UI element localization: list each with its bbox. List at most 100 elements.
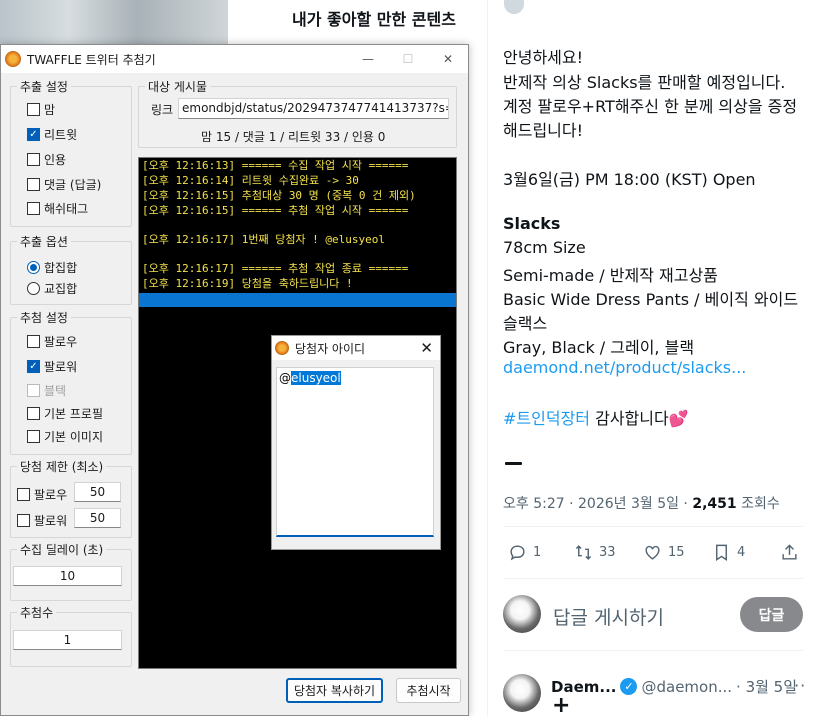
checkbox-hashtag[interactable]: 해쉬태그 [27, 200, 88, 217]
dialog-close-icon[interactable]: ✕ [420, 339, 433, 357]
tweet-hashtag[interactable]: #트인덕장터 [503, 409, 590, 428]
tweet-line: 3월6일(금) PM 18:00 (KST) Open [503, 170, 756, 189]
draw-settings-label: 추첨 설정 [17, 309, 71, 326]
limit-following-input[interactable]: 50 [74, 482, 121, 502]
winner-id-selected: elusyeol [291, 371, 341, 385]
draw-limit-label: 당첨 제한 (최소) [17, 458, 107, 475]
checkbox-label: 맘 [44, 103, 56, 117]
log-line: [오후 12:16:15] 추첨대상 30 명 (중복 0 건 제외) [142, 189, 416, 202]
tweet-timestamp: 오후 5:27 · 2026년 3월 5일 · [503, 496, 693, 512]
reply-input[interactable]: 답글 게시하기 [553, 603, 664, 630]
checkbox-following[interactable]: 팔로우 [27, 333, 77, 350]
reply-count: 1 [533, 545, 542, 560]
copy-winner-button[interactable]: 당첨자 복사하기 [286, 678, 383, 703]
link-label: 링크 [151, 103, 174, 117]
title-bar: TWAFFLE 트위터 추첨기 — ☐ ✕ [1, 45, 468, 73]
checkbox-box [27, 335, 40, 348]
minimize-button[interactable]: — [348, 45, 388, 73]
background-photo [0, 0, 228, 48]
checkbox-label: 기본 프로필 [44, 407, 104, 421]
checkbox-reply[interactable]: 댓글 (답글) [27, 176, 101, 193]
winner-dialog: 당첨자 아이디 ✕ @elusyeol [271, 335, 441, 550]
radio-label: 교집합 [44, 282, 78, 296]
reply-icon [510, 545, 525, 561]
selected-log-line[interactable] [139, 293, 456, 307]
tweet-meta: 오후 5:27 · 2026년 3월 5일 · 2,451 조회수 [503, 493, 780, 513]
maximize-button[interactable]: ☐ [388, 45, 428, 73]
checkbox-label: 팔로워 [34, 514, 68, 528]
winner-at: @ [279, 371, 291, 385]
checkbox-limit-following[interactable]: 팔로우 [17, 486, 67, 503]
target-post-label: 대상 게시물 [145, 78, 211, 95]
checkbox-label: 블텍 [44, 384, 67, 398]
checkbox-default-profile[interactable]: 기본 프로필 [27, 405, 103, 422]
close-button[interactable]: ✕ [428, 45, 468, 73]
retweet-count: 33 [599, 545, 616, 560]
checkbox-quote[interactable]: 인용 [27, 151, 66, 168]
divider [503, 578, 803, 579]
checkbox-box [27, 153, 40, 166]
draw-count-input[interactable]: 1 [13, 630, 122, 650]
checkbox-box [27, 202, 40, 215]
dialog-title: 당첨자 아이디 [295, 341, 366, 356]
tweet-line: 78cm Size [503, 238, 586, 257]
log-line: [오후 12:16:14] 리트윗 수집완료 -> 30 [142, 174, 359, 187]
retweet-action[interactable]: 33 [574, 543, 616, 562]
log-gap [139, 247, 456, 261]
more-icon[interactable]: ··· [788, 676, 806, 695]
winner-textbox[interactable]: @elusyeol [276, 367, 434, 537]
checkbox-box [17, 488, 30, 501]
tweet-views-count: 2,451 [692, 496, 737, 512]
check-icon: ✓ [27, 360, 40, 373]
start-draw-button[interactable]: 추첨시작 [396, 678, 461, 703]
bookmark-count: 4 [737, 545, 746, 560]
checkbox-default-image[interactable]: 기본 이미지 [27, 428, 103, 445]
checkbox-box [27, 430, 40, 443]
reply-author: Daem... ✓ @daemon... · 3월 5일 [551, 676, 797, 697]
checkbox-box [27, 178, 40, 191]
my-avatar[interactable] [503, 595, 541, 633]
bookmark-icon [716, 544, 727, 561]
limit-follower-input[interactable]: 50 [74, 508, 121, 528]
share-icon [782, 544, 797, 560]
author-handle[interactable]: @daemon... [641, 678, 732, 696]
divider [503, 650, 803, 651]
checkbox-limit-follower[interactable]: 팔로워 [17, 512, 67, 529]
log-line: [오후 12:16:19] 당첨을 축하드립니다 ! [142, 277, 353, 290]
checkbox-like[interactable]: 맘 [27, 101, 55, 118]
bookmark-action[interactable]: 4 [712, 543, 745, 562]
tweet-top-icon [504, 0, 524, 14]
share-action[interactable] [780, 543, 805, 562]
checkbox-follower[interactable]: ✓ 팔로워 [27, 358, 77, 375]
dialog-title-bar: 당첨자 아이디 ✕ [272, 336, 440, 360]
tweet-views-label: 조회수 [736, 496, 780, 512]
app-icon [275, 341, 289, 355]
radio-intersection[interactable]: 교집합 [27, 280, 77, 297]
log-line: [오후 12:16:17] ====== 추첨 작업 종료 ====== [142, 262, 409, 275]
link-input[interactable]: emondbjd/status/2029473747741413737?s=20 [178, 98, 449, 119]
checkbox-label: 인용 [44, 153, 67, 167]
author-avatar[interactable] [503, 674, 541, 712]
tweet-dash [505, 462, 522, 465]
tweet-panel: 안녕하세요! 반제작 의상 Slacks를 판매할 예정입니다. 계정 팔로우+… [487, 0, 817, 716]
checkbox-box [17, 514, 30, 527]
log-line-winner: [오후 12:16:17] 1번째 당첨자 ! @elusyeol [142, 233, 386, 246]
radio-label: 합집합 [44, 261, 78, 275]
checkbox-box [27, 103, 40, 116]
checkbox-label: 기본 이미지 [44, 430, 104, 444]
checkbox-label: 팔로우 [34, 488, 68, 502]
radio-union[interactable]: 합집합 [27, 259, 77, 276]
checkbox-retweet[interactable]: ✓ 리트윗 [27, 126, 77, 143]
tweet-line-bold: Slacks [503, 214, 561, 233]
reply-button[interactable]: 답글 [740, 597, 803, 632]
collect-delay-input[interactable]: 10 [13, 566, 122, 586]
tweet-link[interactable]: daemond.net/product/slacks... [503, 358, 746, 377]
reply-action[interactable]: 1 [508, 543, 541, 562]
like-action[interactable]: 15 [643, 543, 685, 562]
radio-dot [27, 261, 40, 274]
tweet-line: Basic Wide Dress Pants / 베이직 와이드 [503, 290, 799, 309]
verified-icon: ✓ [620, 678, 638, 695]
post-stats: 맘 15 / 댓글 1 / 리트윗 33 / 인용 0 [201, 130, 386, 144]
maximize-icon: ☐ [402, 52, 414, 66]
retweet-icon [575, 545, 592, 560]
